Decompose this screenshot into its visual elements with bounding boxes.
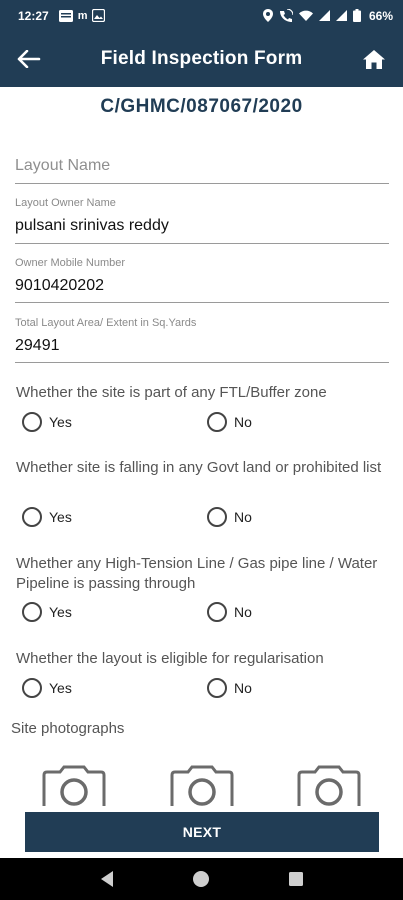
- wifi-call-icon: [279, 9, 293, 22]
- notification-icon: [58, 9, 73, 22]
- home-button[interactable]: [345, 31, 403, 87]
- next-button[interactable]: NEXT: [25, 812, 379, 852]
- status-time: 12:27: [18, 8, 49, 23]
- home-icon: [363, 49, 385, 69]
- total-area-label: Total Layout Area/ Extent in Sq.Yards: [15, 317, 197, 329]
- radio-no[interactable]: No: [207, 412, 252, 432]
- signal-icon-2: [335, 10, 347, 21]
- radio-group-govt-land: Yes No: [0, 507, 403, 533]
- radio-group-eligible-regularisation: Yes No: [0, 678, 403, 704]
- owner-name-label: Layout Owner Name: [15, 197, 116, 209]
- radio-circle: [22, 412, 42, 432]
- radio-circle: [207, 412, 227, 432]
- back-icon[interactable]: [99, 870, 115, 888]
- location-icon: [262, 9, 273, 22]
- battery-icon: [352, 9, 361, 22]
- radio-circle: [207, 507, 227, 527]
- radio-no[interactable]: No: [207, 507, 252, 527]
- site-photographs-label: Site photographs: [11, 720, 125, 737]
- gallery-icon: [92, 9, 106, 22]
- radio-circle: [22, 507, 42, 527]
- radio-group-high-tension: Yes No: [0, 602, 403, 628]
- radio-no-label: No: [234, 604, 252, 620]
- radio-yes-label: Yes: [49, 509, 72, 525]
- question-high-tension: Whether any High-Tension Line / Gas pipe…: [16, 555, 378, 592]
- radio-no-label: No: [234, 414, 252, 430]
- radio-group-ftl-buffer: Yes No: [0, 412, 403, 438]
- radio-circle: [207, 678, 227, 698]
- signal-icon: [318, 10, 330, 21]
- radio-yes-label: Yes: [49, 414, 72, 430]
- page-title: Field Inspection Form: [100, 48, 303, 69]
- radio-no-label: No: [234, 509, 252, 525]
- battery-percent: 66%: [368, 8, 393, 23]
- owner-mobile-label: Owner Mobile Number: [15, 257, 126, 269]
- arrow-left-icon: [17, 50, 41, 68]
- owner-mobile-value: 9010420202: [15, 277, 104, 294]
- radio-circle: [22, 678, 42, 698]
- question-ftl-buffer: Whether the site is part of any FTL/Buff…: [16, 384, 327, 401]
- question-govt-land: Whether site is falling in any Govt land…: [16, 459, 382, 476]
- radio-yes[interactable]: Yes: [22, 412, 72, 432]
- camera-icon[interactable]: [42, 765, 106, 807]
- recents-icon[interactable]: [288, 871, 304, 887]
- back-button[interactable]: [0, 31, 58, 87]
- radio-yes[interactable]: Yes: [22, 602, 72, 622]
- total-area-value: 29491: [15, 337, 60, 354]
- layout-name-field[interactable]: Layout Name: [15, 157, 389, 184]
- radio-circle: [22, 602, 42, 622]
- question-eligible-regularisation: Whether the layout is eligible for regul…: [16, 650, 324, 667]
- app-bar: Field Inspection Form: [0, 31, 403, 87]
- camera-icon[interactable]: [170, 765, 234, 807]
- layout-name-placeholder: Layout Name: [15, 157, 111, 174]
- radio-no[interactable]: No: [207, 678, 252, 698]
- radio-yes[interactable]: Yes: [22, 678, 72, 698]
- radio-yes-label: Yes: [49, 680, 72, 696]
- status-bar: 12:27 m 66%: [0, 0, 403, 31]
- radio-no-label: No: [234, 680, 252, 696]
- radio-no[interactable]: No: [207, 602, 252, 622]
- owner-name-value: pulsani srinivas reddy: [15, 217, 169, 234]
- owner-name-field[interactable]: Layout Owner Name pulsani srinivas reddy: [15, 197, 389, 244]
- wifi-icon: [298, 10, 313, 21]
- radio-yes-label: Yes: [49, 604, 72, 620]
- radio-circle: [207, 602, 227, 622]
- total-area-field[interactable]: Total Layout Area/ Extent in Sq.Yards 29…: [15, 317, 389, 363]
- system-nav-bar: [0, 858, 403, 900]
- camera-icon[interactable]: [297, 765, 361, 807]
- application-number: C/GHMC/087067/2020: [100, 96, 303, 117]
- owner-mobile-field[interactable]: Owner Mobile Number 9010420202: [15, 257, 389, 303]
- mail-app-icon: m: [77, 9, 88, 22]
- radio-yes[interactable]: Yes: [22, 507, 72, 527]
- home-icon[interactable]: [192, 870, 210, 888]
